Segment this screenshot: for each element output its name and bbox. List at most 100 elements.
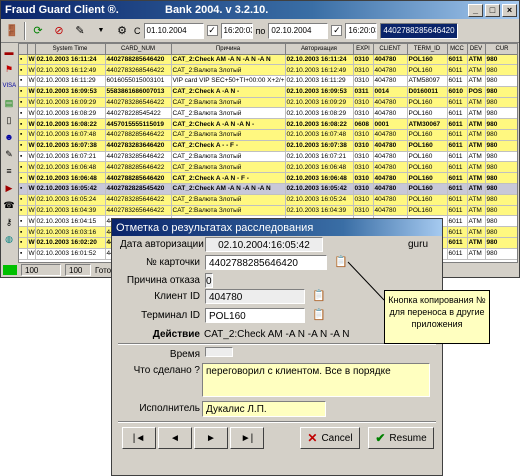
copy-card-icon[interactable]: 📋 xyxy=(334,255,348,269)
nav-last-button[interactable]: ►| xyxy=(230,427,264,449)
table-cell: POL160 xyxy=(407,54,448,66)
refresh-icon[interactable]: ⟳ xyxy=(29,22,47,40)
card-search-input[interactable]: 4402788285646420 xyxy=(380,22,459,39)
table-cell: 6011 xyxy=(447,237,468,249)
exit-door-icon[interactable]: 🚪 xyxy=(3,22,21,40)
notes-icon[interactable]: ≡ xyxy=(3,164,16,178)
copy-terminal-icon[interactable]: 📋 xyxy=(312,308,326,322)
grid-column-header[interactable]: Причина xyxy=(171,44,286,55)
grid-column-header[interactable]: CUR xyxy=(485,44,517,55)
table-row[interactable]: ▪ W 02.10.2003 16:07:48 4402788285646422 CAT… xyxy=(19,129,517,141)
table-cell: POL160 xyxy=(407,151,448,163)
card-number-field[interactable]: 4402788285646420 xyxy=(205,255,327,270)
filter-pen-icon[interactable]: ✎ xyxy=(71,22,89,40)
globe-icon[interactable]: ◍ xyxy=(3,232,16,246)
stop-icon[interactable]: ⊘ xyxy=(50,22,68,40)
table-cell: ▪ xyxy=(19,161,28,174)
table-cell: CAT_2:Валюта Злотый xyxy=(171,151,286,163)
table-row[interactable]: ▪ W 02.10.2003 16:09:53 5583861686007013 CAT… xyxy=(19,86,517,98)
minimize-button[interactable]: _ xyxy=(468,3,483,17)
document-icon[interactable]: ▯ xyxy=(3,113,16,127)
what-done-field[interactable]: переговорил с клиентом. Все в порядке xyxy=(202,363,430,397)
key-icon[interactable]: ⚷ xyxy=(3,215,16,229)
table-cell: 0001 xyxy=(373,118,408,131)
grid-column-header[interactable]: EXPI xyxy=(353,44,374,55)
grid-column-header[interactable]: MCC xyxy=(447,44,468,55)
sign-icon[interactable]: ▶ xyxy=(3,181,16,195)
table-cell: 4402783265646422 xyxy=(105,205,172,217)
edit-icon[interactable]: ✎ xyxy=(3,147,16,161)
table-cell: 980 xyxy=(485,129,517,141)
grid-column-header[interactable]: CLIENT xyxy=(373,44,408,55)
table-cell: ATM xyxy=(467,129,486,141)
dialog-title[interactable]: Отметка о результатах расследования xyxy=(112,219,442,236)
what-done-label: Что сделано ? xyxy=(133,365,200,376)
table-cell: ▪ xyxy=(19,183,28,195)
maximize-button[interactable]: □ xyxy=(485,3,500,17)
action-label: Действие xyxy=(152,329,200,340)
table-cell: 02.10.2003 16:11:24 xyxy=(285,54,354,66)
date-to-field[interactable]: 02.10.2004 xyxy=(268,22,329,39)
table-row[interactable]: ▪ W 02.10.2003 16:11:29 6016055015003101 VIP… xyxy=(19,75,517,87)
time-from-checkbox[interactable]: ✓ xyxy=(206,25,218,36)
grid-column-header[interactable]: DEV xyxy=(467,44,486,55)
time-field[interactable] xyxy=(205,347,233,357)
table-cell: 0014 xyxy=(373,86,408,98)
card-icon[interactable]: ▬ xyxy=(3,45,16,59)
table-row[interactable]: ▪ W 02.10.2003 16:07:21 4402783285646422 CAT… xyxy=(19,151,517,163)
title-bar[interactable]: Fraud Guard Client ®. Bank 2004. v 3.2.1… xyxy=(1,1,519,19)
table-cell: ATM xyxy=(467,151,486,163)
close-button[interactable]: × xyxy=(502,3,517,17)
table-row[interactable]: ▪ W 02.10.2003 16:04:39 4402783265646422 CAT… xyxy=(19,205,517,217)
table-cell: 02.10.2003 16:05:24 xyxy=(285,194,354,206)
time-to-field[interactable]: 16:20:03 xyxy=(345,22,378,39)
nav-prev-button[interactable]: ◄ xyxy=(158,427,192,449)
copy-client-icon[interactable]: 📋 xyxy=(312,289,326,303)
time-label: Время xyxy=(169,349,200,360)
settings-icon[interactable]: ⚙ xyxy=(113,22,131,40)
table-cell: 980 xyxy=(485,97,517,109)
table-row[interactable]: ▪ W 02.10.2003 16:12:49 4402783268546422 CAT… xyxy=(19,64,517,77)
chart-icon[interactable]: ▤ xyxy=(3,96,16,110)
reject-reason-label: Причина отказа xyxy=(126,275,200,286)
grid-column-header[interactable] xyxy=(19,44,28,55)
grid-column-header[interactable]: System Time xyxy=(35,44,106,55)
table-row[interactable]: ▪ W 02.10.2003 16:07:38 4402783283646420 CAT… xyxy=(19,140,517,152)
table-cell: CAT_2:Check A -A N - F - xyxy=(171,172,286,185)
table-row[interactable]: ▪ W 02.10.2003 16:08:22 4457015555115019 CAT… xyxy=(19,118,517,131)
dropdown-arrow-icon[interactable]: ▼ xyxy=(92,22,110,40)
grid-column-header[interactable]: TERM_ID xyxy=(407,44,448,55)
row-type-icon: W xyxy=(27,129,36,141)
table-cell: POS xyxy=(467,86,486,98)
grid-column-header[interactable]: Авторизация xyxy=(285,44,354,55)
date-from-field[interactable]: 01.10.2004 xyxy=(143,22,204,39)
table-cell: 02.10.2003 16:02:20 xyxy=(35,237,106,249)
auth-date-field: 02.10.2004:16:05:42 xyxy=(205,237,323,252)
table-cell: ▪ xyxy=(19,151,28,163)
grid-column-header[interactable]: CARD_NUM xyxy=(105,44,172,55)
table-cell: CAT_2:Валюта Злотый xyxy=(171,107,286,120)
visa-icon[interactable]: VISA xyxy=(3,79,17,93)
table-row[interactable]: ▪ W 02.10.2003 16:05:24 4402783285646422 CAT… xyxy=(19,194,517,206)
table-row[interactable]: ▪ W 02.10.2003 16:06:48 4402788285646420 CAT… xyxy=(19,172,517,185)
table-cell: 980 xyxy=(485,64,517,77)
table-cell: ▪ xyxy=(19,237,28,249)
resume-button[interactable]: ✔ Resume xyxy=(368,427,434,449)
nav-next-button[interactable]: ► xyxy=(194,427,228,449)
flag-icon[interactable]: ⚑ xyxy=(3,62,16,76)
table-row[interactable]: ▪ W 02.10.2003 16:05:42 4402782828545420 CAT… xyxy=(19,183,517,195)
table-row[interactable]: ▪ W 02.10.2003 16:11:24 4402788285646420 CAT… xyxy=(19,54,517,66)
time-from-field[interactable]: 16:20:03 xyxy=(220,22,253,39)
table-row[interactable]: ▪ W 02.10.2003 16:08:29 440278228545422 CAT_… xyxy=(19,107,517,120)
time-to-checkbox[interactable]: ✓ xyxy=(331,25,343,36)
executor-field[interactable]: Дукалис Л.П. xyxy=(202,401,326,417)
table-row[interactable]: ▪ W 02.10.2003 16:06:48 4402788285646422 CAT… xyxy=(19,161,517,174)
grid-column-header[interactable] xyxy=(27,44,36,55)
table-cell: ATM xyxy=(467,75,486,87)
cancel-button[interactable]: ✕ Cancel xyxy=(300,427,360,449)
user-icon[interactable]: ☻ xyxy=(3,130,16,144)
table-row[interactable]: ▪ W 02.10.2003 16:09:29 4402783286546422 CAT… xyxy=(19,97,517,109)
phone-icon[interactable]: ☎ xyxy=(3,198,16,212)
nav-first-button[interactable]: |◄ xyxy=(122,427,156,449)
table-cell: 980 xyxy=(485,215,517,228)
